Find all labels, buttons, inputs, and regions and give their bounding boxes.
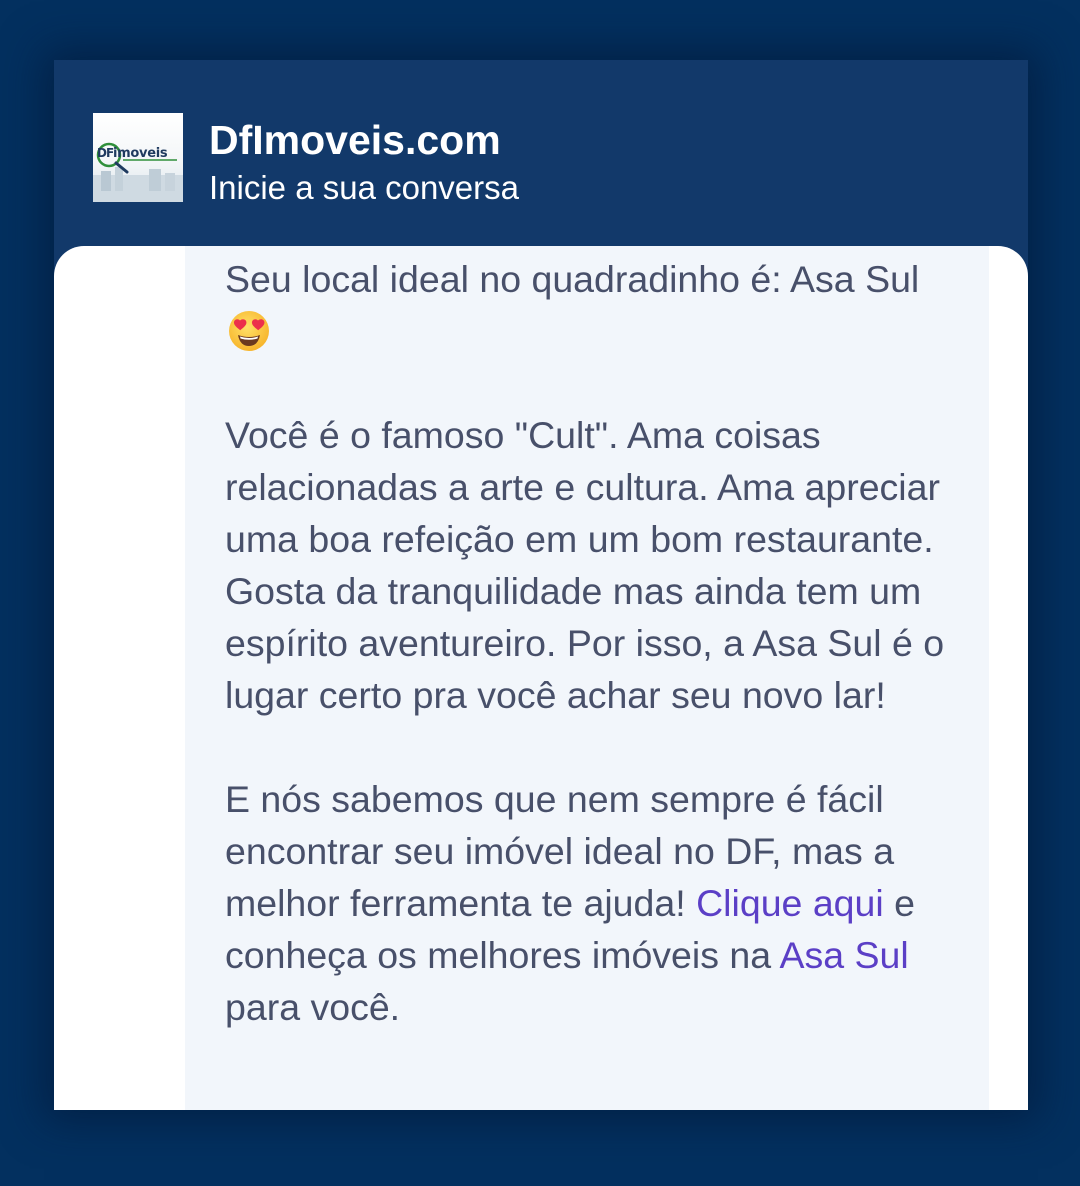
message-paragraph-2: Você é o famoso "Cult". Ama coisas relac… — [225, 414, 945, 716]
message-paragraph-3: E nós sabemos que nem sempre é fácil enc… — [225, 773, 961, 1033]
asa-sul-link[interactable]: Asa Sul — [779, 934, 908, 976]
click-here-link[interactable]: Clique aqui — [696, 882, 884, 924]
conversation-panel[interactable]: Seu local ideal no quadradinho é: Asa Su… — [54, 246, 1028, 1110]
chat-widget: DF imoveis DfImoveis.com Inicie a sua co… — [54, 60, 1028, 1110]
cta-text-after: para você. — [225, 986, 401, 1028]
company-logo: DF imoveis — [93, 113, 183, 202]
chat-subtitle: Inicie a sua conversa — [209, 169, 520, 206]
chat-title: DfImoveis.com — [209, 117, 501, 163]
chat-header: DF imoveis DfImoveis.com Inicie a sua co… — [54, 60, 1028, 260]
result-text: Seu local ideal no quadradinho é: Asa Su… — [225, 258, 920, 300]
message-bubble: Seu local ideal no quadradinho é: Asa Su… — [185, 246, 989, 1110]
message-paragraph-1: Seu local ideal no quadradinho é: Asa Su… — [225, 253, 961, 357]
heart-eyes-emoji-icon — [229, 311, 269, 351]
logo-mark: DF — [97, 146, 114, 160]
logo-text: imoveis — [113, 146, 168, 161]
message-text: Seu local ideal no quadradinho é: Asa Su… — [225, 253, 961, 1033]
